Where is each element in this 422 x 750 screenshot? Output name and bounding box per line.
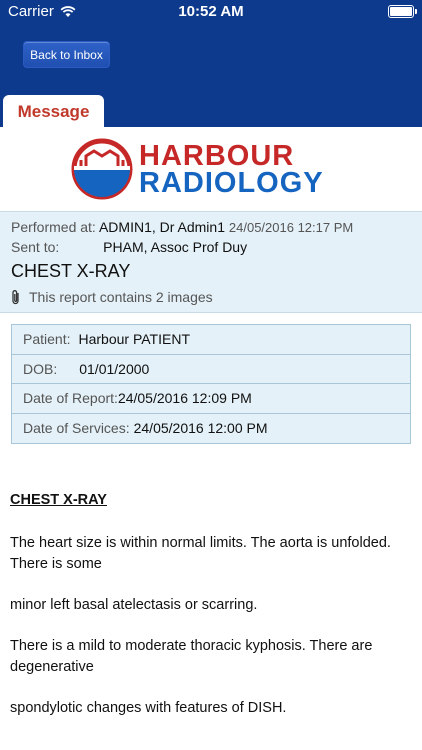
report-heading: CHEST X-RAY bbox=[10, 492, 107, 508]
date-of-services-value: 24/05/2016 12:00 PM bbox=[133, 420, 268, 437]
performed-label: Performed at: bbox=[11, 219, 96, 235]
report-paragraph: minor left basal atelectasis or scarring… bbox=[10, 597, 258, 614]
date-of-report-label: Date of Report: bbox=[23, 390, 118, 407]
top-bar: Carrier 10:52 AM Back to Inbox Message bbox=[0, 0, 422, 129]
harbour-radiology-logo: HARBOUR RADIOLOGY bbox=[71, 138, 351, 202]
status-bar: Carrier 10:52 AM bbox=[0, 0, 422, 24]
report-info-panel: Performed at: ADMIN1, Dr Admin1 24/05/20… bbox=[0, 211, 422, 313]
clock: 10:52 AM bbox=[178, 3, 244, 20]
patient-value: Harbour PATIENT bbox=[78, 331, 190, 348]
patient-label: Patient: bbox=[23, 331, 71, 348]
report-paragraph: The heart size is within normal limits. … bbox=[10, 535, 391, 573]
logo-word-radiology: RADIOLOGY bbox=[139, 167, 324, 199]
performed-row: Performed at: ADMIN1, Dr Admin1 24/05/20… bbox=[11, 219, 353, 235]
attachment-text: This report contains 2 images bbox=[29, 289, 213, 305]
performed-time: 24/05/2016 12:17 PM bbox=[228, 220, 354, 235]
dob-value: 01/01/2000 bbox=[79, 360, 150, 377]
paperclip-icon bbox=[12, 290, 19, 305]
sent-value: PHAM, Assoc Prof Duy bbox=[103, 239, 248, 255]
sent-row: Sent to: PHAM, Assoc Prof Duy bbox=[11, 239, 247, 255]
logo-mark-icon bbox=[71, 138, 133, 200]
dob-row: DOB: 01/01/2000 bbox=[12, 355, 410, 384]
patient-row: Patient: Harbour PATIENT bbox=[12, 325, 410, 355]
battery-icon bbox=[388, 5, 417, 18]
report-paragraph: spondylotic changes with features of DIS… bbox=[10, 700, 287, 717]
date-of-services-row: Date of Services: 24/05/2016 12:00 PM bbox=[12, 414, 410, 444]
report-title: CHEST X-RAY bbox=[11, 261, 131, 281]
date-of-report-value: 24/05/2016 12:09 PM bbox=[117, 390, 252, 407]
sent-label: Sent to: bbox=[11, 239, 60, 255]
dob-label: DOB: bbox=[23, 360, 58, 377]
report-paragraph: There is a mild to moderate thoracic kyp… bbox=[10, 638, 373, 676]
tab-message[interactable]: Message bbox=[3, 95, 104, 129]
performed-value: ADMIN1, Dr Admin1 bbox=[98, 219, 225, 235]
back-to-inbox-button[interactable]: Back to Inbox bbox=[23, 41, 110, 68]
date-of-services-label: Date of Services: bbox=[23, 420, 130, 437]
date-of-report-row: Date of Report: 24/05/2016 12:09 PM bbox=[12, 384, 410, 414]
patient-details-table: Patient: Harbour PATIENT DOB: 01/01/2000… bbox=[11, 324, 411, 444]
attachment-link[interactable]: This report contains 2 images bbox=[11, 289, 213, 305]
report-body: CHEST X-RAY The heart size is within nor… bbox=[10, 490, 410, 739]
